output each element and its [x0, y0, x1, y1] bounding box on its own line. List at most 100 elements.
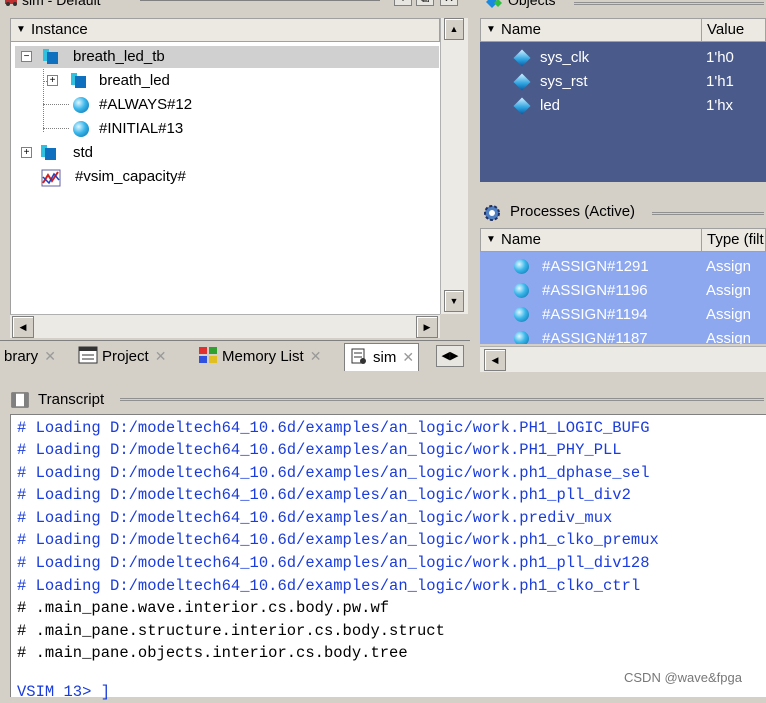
tab-label: Memory List: [222, 348, 304, 365]
column-divider[interactable]: [701, 228, 702, 252]
expand-icon[interactable]: +: [47, 75, 58, 86]
transcript-line: # Loading D:/modeltech64_10.6d/examples/…: [17, 441, 622, 459]
transcript-title: Transcript: [38, 391, 105, 408]
process-icon: [514, 307, 529, 322]
process-type: Assign: [706, 258, 752, 275]
tree-item-initial-13[interactable]: #INITIAL#13: [15, 118, 415, 140]
watermark: CSDN @wave&fpga: [624, 670, 742, 685]
transcript-line: # Loading D:/modeltech64_10.6d/examples/…: [17, 554, 650, 572]
tree-item-label: #ALWAYS#12: [99, 96, 193, 113]
command-prompt[interactable]: VSIM 13> ]: [17, 681, 110, 703]
tree-item-label: #vsim_capacity#: [75, 168, 186, 185]
object-name: led: [540, 97, 561, 114]
transcript-line: # .main_pane.structure.interior.cs.body.…: [17, 622, 445, 640]
process-type: Assign: [706, 330, 752, 344]
pane-tab-bar: brary ✕ Project ✕ Memory List ✕ sim ✕ ◀▶: [0, 340, 470, 372]
memory-icon: [198, 346, 218, 364]
tree-vertical-scrollbar[interactable]: ▲ ▼: [440, 18, 468, 314]
transcript-line: # Loading D:/modeltech64_10.6d/examples/…: [17, 531, 659, 549]
process-row[interactable]: #ASSIGN#1194 Assign: [480, 303, 766, 327]
close-tab-icon[interactable]: ✕: [44, 348, 56, 364]
tree-item-std[interactable]: + std: [15, 142, 415, 164]
transcript-line: # .main_pane.objects.interior.cs.body.tr…: [17, 644, 408, 662]
transcript-icon: [10, 391, 32, 413]
object-name: sys_rst: [540, 73, 588, 90]
process-row[interactable]: #ASSIGN#1187 Assign: [480, 327, 766, 344]
process-icon: [514, 259, 529, 274]
tab-scroll-arrows-icon[interactable]: ◀▶: [436, 345, 464, 367]
objects-column-header: ▼ Name Value: [480, 18, 766, 42]
module-icon: [41, 145, 57, 160]
sim-pane: sim - Default + ⧉ ✕ ▼ Instance − breath_…: [0, 0, 470, 378]
objects-list: sys_clk 1'h0 sys_rst 1'h1 led 1'hx: [480, 42, 766, 182]
object-row[interactable]: led 1'hx: [480, 94, 766, 118]
close-tab-icon[interactable]: ✕: [155, 348, 167, 364]
tab-label: brary: [4, 348, 39, 365]
tree-item-breath-led-tb[interactable]: − breath_led_tb: [15, 46, 439, 68]
object-row[interactable]: sys_rst 1'h1: [480, 70, 766, 94]
object-name: sys_clk: [540, 49, 590, 66]
process-row[interactable]: #ASSIGN#1196 Assign: [480, 279, 766, 303]
processes-column-header: ▼ Name Type (filt: [480, 228, 766, 252]
column-divider[interactable]: [701, 18, 702, 42]
tab-library[interactable]: brary ✕: [0, 343, 60, 371]
process-icon: [73, 121, 89, 137]
scroll-left-icon[interactable]: ◀: [12, 316, 34, 338]
objects-icon: [482, 0, 504, 14]
column-name[interactable]: Name: [501, 21, 541, 38]
object-row[interactable]: sys_clk 1'h0: [480, 46, 766, 70]
module-icon: [71, 73, 87, 88]
undock-icon[interactable]: ⧉: [416, 0, 434, 6]
collapse-icon[interactable]: −: [21, 51, 32, 62]
capacity-icon: [41, 169, 61, 194]
column-value[interactable]: Value: [707, 21, 744, 38]
add-icon[interactable]: +: [394, 0, 412, 6]
transcript-line: # Loading D:/modeltech64_10.6d/examples/…: [17, 486, 631, 504]
object-value: 1'h1: [706, 73, 734, 90]
tree-item-always-12[interactable]: #ALWAYS#12: [15, 94, 415, 116]
sim-icon: [349, 347, 369, 365]
close-icon[interactable]: ✕: [440, 0, 458, 6]
tree-item-label: std: [73, 144, 94, 161]
tab-memory-list[interactable]: Memory List ✕: [194, 343, 325, 371]
process-name: #ASSIGN#1194: [542, 306, 648, 323]
expand-icon[interactable]: +: [21, 147, 32, 158]
column-menu-icon[interactable]: ▼: [16, 24, 26, 35]
close-tab-icon[interactable]: ✕: [310, 348, 322, 364]
objects-title: Objects: [508, 0, 556, 8]
process-type: Assign: [706, 282, 752, 299]
transcript-console[interactable]: # Loading D:/modeltech64_10.6d/examples/…: [10, 414, 766, 701]
instance-column-header[interactable]: ▼ Instance: [10, 18, 440, 42]
column-menu-icon[interactable]: ▼: [486, 24, 496, 35]
column-type[interactable]: Type (filt: [707, 231, 764, 248]
sim-titlebar: sim - Default + ⧉ ✕: [0, 0, 470, 10]
process-row[interactable]: #ASSIGN#1291 Assign: [480, 255, 766, 279]
scroll-up-icon[interactable]: ▲: [444, 18, 464, 40]
module-icon: [43, 49, 59, 64]
tab-label: Project: [102, 348, 149, 365]
tab-project[interactable]: Project ✕: [74, 343, 170, 371]
column-menu-icon[interactable]: ▼: [486, 234, 496, 245]
close-tab-icon[interactable]: ✕: [402, 349, 414, 365]
column-name[interactable]: Name: [501, 231, 541, 248]
tab-sim[interactable]: sim ✕: [344, 343, 420, 371]
process-icon: [514, 331, 529, 344]
instance-tree: − breath_led_tb + breath_led #ALWAYS#12 …: [10, 42, 440, 314]
instance-header-label: Instance: [31, 21, 88, 38]
tree-item-breath-led[interactable]: + breath_led: [15, 70, 415, 92]
scroll-down-icon[interactable]: ▼: [444, 290, 464, 312]
transcript-line: # Loading D:/modeltech64_10.6d/examples/…: [17, 419, 650, 437]
signal-icon: [513, 97, 531, 115]
tree-item-vsim-capacity[interactable]: #vsim_capacity#: [15, 166, 415, 188]
scroll-left-icon[interactable]: ◀: [484, 349, 506, 371]
processes-title: Processes (Active): [510, 203, 636, 220]
titlebar-grip: [140, 0, 380, 1]
tree-item-label: breath_led: [99, 72, 170, 89]
sim-pane-title: sim - Default: [22, 0, 101, 8]
scroll-right-icon[interactable]: ▶: [416, 316, 438, 338]
sim-icon: [4, 0, 20, 6]
signal-icon: [513, 49, 531, 67]
processes-horizontal-scrollbar[interactable]: ◀: [480, 346, 766, 372]
titlebar-grip: [574, 2, 764, 5]
tree-horizontal-scrollbar[interactable]: ◀ ▶: [10, 314, 440, 338]
